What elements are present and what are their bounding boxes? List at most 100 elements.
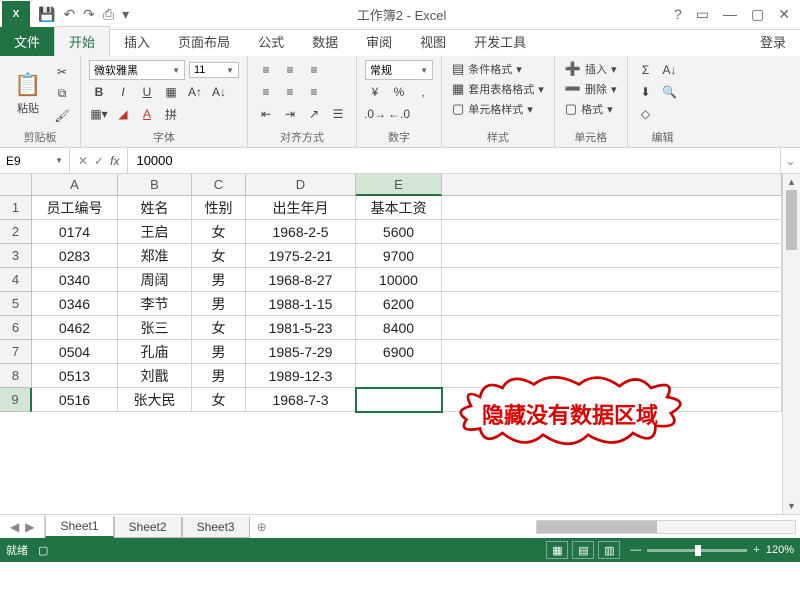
col-header-B[interactable]: B [118, 174, 192, 196]
cell-C6[interactable]: 女 [192, 316, 246, 340]
format-painter-icon[interactable]: 🖌 [52, 106, 72, 126]
zoom-level[interactable]: 120% [766, 544, 794, 556]
row-header-5[interactable]: 5 [0, 292, 32, 316]
row-header-3[interactable]: 3 [0, 244, 32, 268]
format-as-table-button[interactable]: ▦套用表格格式▾ [450, 80, 546, 98]
increase-indent-icon[interactable]: ⇥ [280, 104, 300, 124]
new-sheet-button[interactable]: ⊕ [250, 515, 274, 538]
cell-D8[interactable]: 1989-12-3 [246, 364, 356, 388]
sheet-nav-next-icon[interactable]: ▶ [25, 520, 34, 534]
copy-icon[interactable]: ⧉ [52, 84, 72, 104]
bold-button[interactable]: B [89, 82, 109, 102]
cell-E5[interactable]: 6200 [356, 292, 442, 316]
ribbon-tab-6[interactable]: 审阅 [352, 27, 406, 56]
cell-D9[interactable]: 1968-7-3 [246, 388, 356, 412]
paste-button[interactable]: 📋 粘贴 [8, 60, 48, 127]
save-icon[interactable]: 💾 [38, 6, 55, 23]
maximize-icon[interactable]: ▢ [751, 6, 764, 23]
clear-icon[interactable]: ◇ [636, 104, 656, 124]
border-button[interactable]: ▦ [161, 82, 181, 102]
conditional-format-button[interactable]: ▤条件格式▾ [450, 60, 546, 78]
page-break-icon[interactable]: ▥ [598, 541, 620, 559]
percent-icon[interactable]: % [389, 82, 409, 102]
redo-icon[interactable]: ↷ [83, 6, 95, 23]
col-header-C[interactable]: C [192, 174, 246, 196]
cell-D3[interactable]: 1975-2-21 [246, 244, 356, 268]
cell-A8[interactable]: 0513 [32, 364, 118, 388]
currency-icon[interactable]: ¥ [365, 82, 385, 102]
ribbon-collapse-icon[interactable]: ▭ [696, 6, 709, 23]
cell-A7[interactable]: 0504 [32, 340, 118, 364]
autosum-icon[interactable]: Σ [636, 60, 656, 80]
cell-C3[interactable]: 女 [192, 244, 246, 268]
cell-D2[interactable]: 1968-2-5 [246, 220, 356, 244]
border-dropdown[interactable]: ▦▾ [89, 104, 109, 124]
minimize-icon[interactable]: ― [723, 6, 737, 23]
number-format-combo[interactable]: 常规▼ [365, 60, 433, 80]
scroll-down-icon[interactable]: ▼ [783, 498, 800, 514]
sheet-tab-sheet1[interactable]: Sheet1 [45, 516, 113, 538]
fill-color-button[interactable]: ◢ [113, 104, 133, 124]
zoom-slider[interactable] [647, 549, 747, 552]
zoom-out-button[interactable]: ― [630, 544, 641, 556]
cell-B2[interactable]: 王启 [118, 220, 192, 244]
row-header-1[interactable]: 1 [0, 196, 32, 220]
cell-E6[interactable]: 8400 [356, 316, 442, 340]
ribbon-tab-5[interactable]: 数据 [298, 27, 352, 56]
cell-E7[interactable]: 6900 [356, 340, 442, 364]
delete-cells-button[interactable]: ➖删除▾ [563, 80, 619, 98]
row-header-4[interactable]: 4 [0, 268, 32, 292]
cell-C2[interactable]: 女 [192, 220, 246, 244]
cell-D1[interactable]: 出生年月 [246, 196, 356, 220]
cell-blank[interactable] [442, 196, 782, 220]
italic-button[interactable]: I [113, 82, 133, 102]
font-name-combo[interactable]: 微软雅黑▼ [89, 60, 185, 80]
cell-C9[interactable]: 女 [192, 388, 246, 412]
cell-C8[interactable]: 男 [192, 364, 246, 388]
cell-A2[interactable]: 0174 [32, 220, 118, 244]
cell-blank[interactable] [442, 220, 782, 244]
scroll-thumb[interactable] [786, 190, 797, 250]
col-header-E[interactable]: E [356, 174, 442, 196]
cell-B8[interactable]: 刘戬 [118, 364, 192, 388]
row-header-8[interactable]: 8 [0, 364, 32, 388]
cell-B5[interactable]: 李节 [118, 292, 192, 316]
cell-C1[interactable]: 性别 [192, 196, 246, 220]
decrease-font-icon[interactable]: A↓ [209, 82, 229, 102]
cell-C4[interactable]: 男 [192, 268, 246, 292]
decrease-decimal-icon[interactable]: ←.0 [389, 104, 409, 124]
cell-D4[interactable]: 1968-8-27 [246, 268, 356, 292]
align-top-icon[interactable]: ≡ [256, 60, 276, 80]
col-header-D[interactable]: D [246, 174, 356, 196]
cell-A9[interactable]: 0516 [32, 388, 118, 412]
zoom-in-button[interactable]: + [753, 544, 759, 556]
sign-in-link[interactable]: 登录 [746, 27, 800, 56]
comma-icon[interactable]: , [413, 82, 433, 102]
cell-A1[interactable]: 员工编号 [32, 196, 118, 220]
cell-B7[interactable]: 孔庙 [118, 340, 192, 364]
cell-B1[interactable]: 姓名 [118, 196, 192, 220]
cell-A6[interactable]: 0462 [32, 316, 118, 340]
align-bottom-icon[interactable]: ≡ [304, 60, 324, 80]
help-icon[interactable]: ? [674, 6, 682, 23]
cell-A3[interactable]: 0283 [32, 244, 118, 268]
cell-C7[interactable]: 男 [192, 340, 246, 364]
cell-D6[interactable]: 1981-5-23 [246, 316, 356, 340]
phonetic-icon[interactable]: 拼 [161, 104, 181, 124]
cell-A4[interactable]: 0340 [32, 268, 118, 292]
align-center-icon[interactable]: ≡ [280, 82, 300, 102]
ribbon-tab-0[interactable]: 文件 [0, 27, 54, 56]
cell-styles-button[interactable]: ▢单元格样式▾ [450, 100, 546, 118]
cell-E1[interactable]: 基本工资 [356, 196, 442, 220]
cell-D5[interactable]: 1988-1-15 [246, 292, 356, 316]
fill-icon[interactable]: ⬇ [636, 82, 656, 102]
col-header-blank[interactable] [442, 174, 782, 196]
page-layout-icon[interactable]: ▤ [572, 541, 594, 559]
sort-filter-icon[interactable]: A↓ [660, 60, 680, 80]
ribbon-tab-7[interactable]: 视图 [406, 27, 460, 56]
cell-C5[interactable]: 男 [192, 292, 246, 316]
cell-blank[interactable] [442, 268, 782, 292]
cell-D7[interactable]: 1985-7-29 [246, 340, 356, 364]
fx-icon[interactable]: fx [110, 154, 119, 168]
row-header-6[interactable]: 6 [0, 316, 32, 340]
